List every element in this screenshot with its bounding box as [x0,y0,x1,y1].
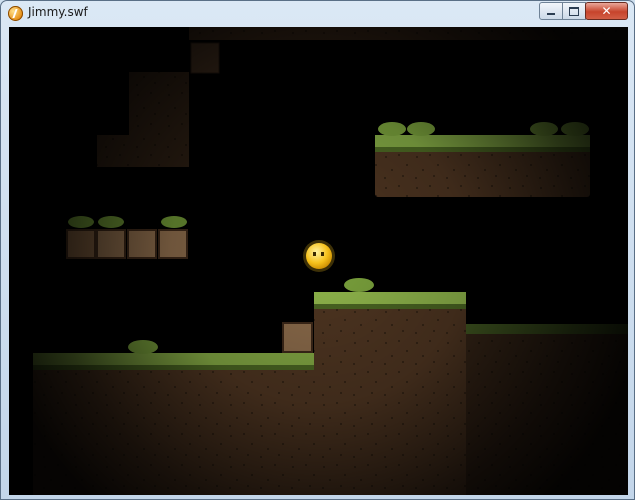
window-title: Jimmy.swf [28,5,88,19]
title-bar[interactable]: Jimmy.swf ✕ [1,1,634,26]
maximize-button[interactable] [562,2,586,20]
game-scene [9,27,628,495]
close-button[interactable]: ✕ [585,2,628,20]
player-jimmy [303,240,335,272]
game-canvas[interactable] [9,27,628,495]
flash-player-icon [8,6,23,21]
close-icon: ✕ [601,4,612,18]
app-window: Jimmy.swf ✕ [0,0,635,500]
maximize-icon [569,6,579,16]
minimize-button[interactable] [539,2,563,20]
minimize-icon [547,13,555,15]
